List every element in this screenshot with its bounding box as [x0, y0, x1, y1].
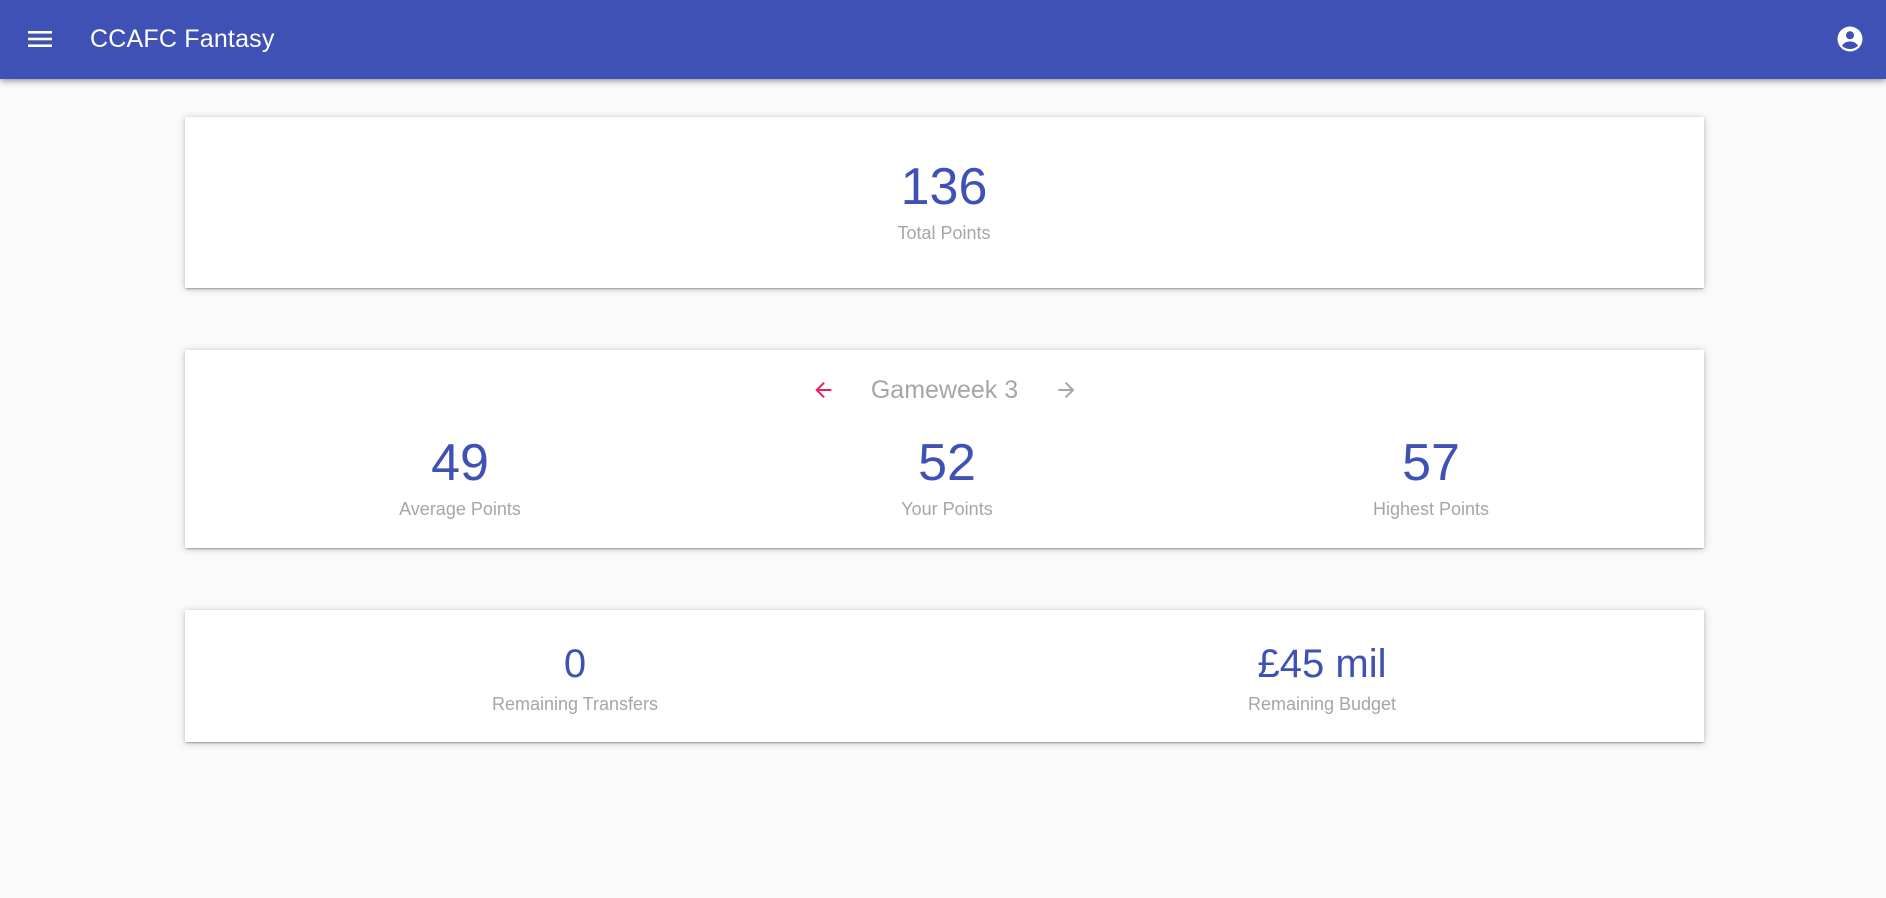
remaining-transfers-value: 0 [563, 642, 587, 686]
total-points-card: 136 Total Points [185, 117, 1704, 288]
your-points-stat: 52 Your Points [901, 437, 992, 520]
remaining-budget-label: Remaining Budget [1247, 694, 1397, 714]
your-points-value: 52 [918, 434, 976, 492]
gameweek-title: Gameweek 3 [870, 375, 1019, 404]
average-points-value: 49 [431, 434, 489, 492]
remaining-transfers-label: Remaining Transfers [491, 694, 659, 714]
account-button[interactable] [1826, 15, 1874, 63]
your-points-label: Your Points [901, 499, 993, 519]
gameweek-navigator: Gameweek 3 [805, 372, 1084, 408]
app-bar: CCAFC Fantasy [0, 0, 1886, 79]
arrow-right-icon [1058, 382, 1075, 398]
total-points-stat: 136 Total Points [897, 161, 990, 244]
average-points-label: Average Points [399, 499, 521, 519]
menu-icon [28, 31, 52, 47]
highest-points-stat: 57 Highest Points [1373, 437, 1489, 520]
average-points-stat: 49 Average Points [399, 437, 521, 520]
previous-gameweek-button[interactable] [805, 372, 841, 408]
highest-points-label: Highest Points [1372, 499, 1490, 519]
arrow-left-icon [814, 382, 831, 398]
app-title: CCAFC Fantasy [90, 25, 275, 53]
remaining-transfers-stat: 0 Remaining Transfers [492, 644, 658, 715]
remaining-budget-value: £45 mil [1257, 642, 1387, 686]
menu-button[interactable] [16, 15, 64, 63]
total-points-label: Total Points [897, 223, 991, 243]
highest-points-value: 57 [1402, 434, 1460, 492]
next-gameweek-button[interactable] [1048, 372, 1084, 408]
gameweek-card: Gameweek 3 49 Average Points 52 Your Poi… [185, 350, 1704, 548]
total-points-value: 136 [900, 158, 988, 216]
account-circle-icon [1837, 26, 1863, 52]
transfers-card: 0 Remaining Transfers £45 mil Remaining … [185, 610, 1704, 742]
remaining-budget-stat: £45 mil Remaining Budget [1248, 644, 1396, 715]
